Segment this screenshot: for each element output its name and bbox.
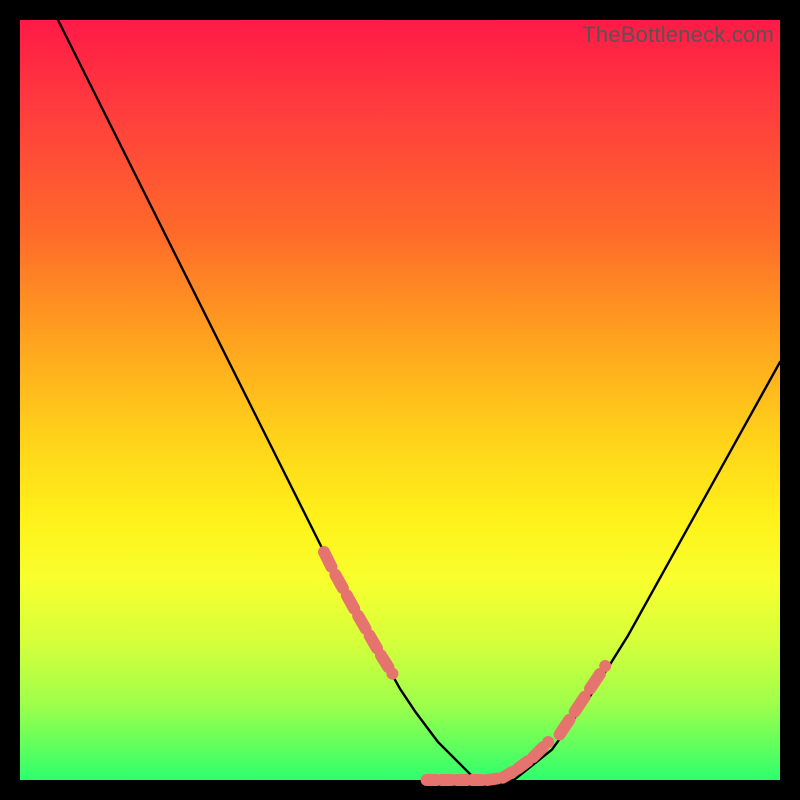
dash-mark <box>599 660 611 672</box>
dash-mark <box>370 636 377 649</box>
dash-mark <box>347 595 354 608</box>
dash-mark <box>560 720 570 735</box>
dash-mark <box>518 761 528 768</box>
dash-mark <box>487 779 497 781</box>
chart-svg-layer <box>20 20 780 780</box>
dash-mark <box>503 772 513 778</box>
dash-mark <box>381 655 388 667</box>
dash-mark <box>542 736 554 748</box>
bottleneck-curve <box>58 20 780 780</box>
dash-mark <box>533 747 543 757</box>
dash-mark <box>575 697 585 712</box>
dash-mark <box>324 552 331 567</box>
chart-frame: TheBottleneck.com <box>20 20 780 780</box>
dashed-overlay <box>324 552 611 780</box>
dash-mark <box>335 575 342 588</box>
dash-mark <box>590 674 600 689</box>
dash-mark <box>358 616 365 629</box>
chart-plot-area: TheBottleneck.com <box>20 20 780 780</box>
dash-mark <box>386 668 398 680</box>
